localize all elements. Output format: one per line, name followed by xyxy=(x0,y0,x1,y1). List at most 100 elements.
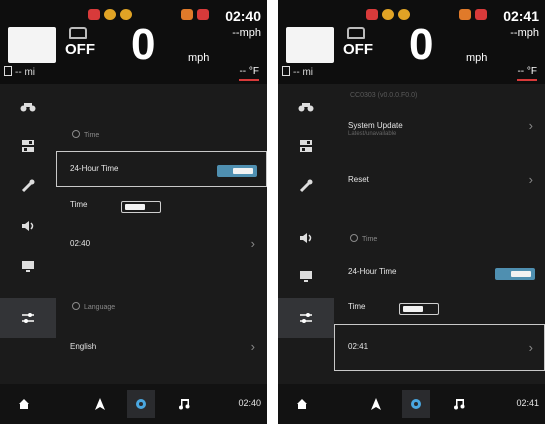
bottom-clock: 02:40 xyxy=(238,398,261,408)
nav-vehicle[interactable] xyxy=(0,86,56,126)
warning-lights-red xyxy=(366,9,410,23)
range-value: -- mi xyxy=(293,67,313,78)
section-time: Time xyxy=(350,234,377,243)
clock-icon xyxy=(72,130,80,138)
nav-sound[interactable] xyxy=(0,206,56,246)
side-nav xyxy=(0,84,56,384)
motorcycle-icon xyxy=(298,103,314,112)
warning-lights-orange xyxy=(181,9,209,23)
settings-gear-icon xyxy=(136,399,146,409)
toggle-24-hour-time[interactable] xyxy=(495,268,535,280)
volume-icon xyxy=(300,233,312,243)
gear-indicator: OFF xyxy=(65,41,95,58)
settings-button[interactable] xyxy=(402,390,430,418)
settings-list: Time 24-Hour Time Time 02:40 › Language … xyxy=(56,84,267,384)
nav-controls[interactable] xyxy=(0,126,56,166)
nav-general-settings[interactable] xyxy=(278,298,334,338)
navigation-button[interactable] xyxy=(362,390,390,418)
tire-warning-icon xyxy=(120,9,132,20)
toggle-knob xyxy=(125,204,145,210)
nav-display[interactable] xyxy=(0,246,56,286)
row-time-toggle[interactable]: Time xyxy=(56,187,267,223)
clock-icon xyxy=(350,234,358,242)
row-time-value[interactable]: 02:40 › xyxy=(56,226,267,262)
section-language: Language xyxy=(72,302,115,311)
display-icon xyxy=(300,271,312,282)
row-language[interactable]: English › xyxy=(56,329,267,365)
status-clock: 02:41 xyxy=(503,8,539,24)
screen-left: 02:40 --mph OFF 0 mph -- mi -- °F Time 2… xyxy=(0,0,267,424)
range-readout: -- mi xyxy=(282,66,313,78)
toggle-knob xyxy=(403,306,423,312)
engine-warning-icon xyxy=(88,9,100,20)
switches-icon xyxy=(22,140,34,152)
nav-vehicle[interactable] xyxy=(278,86,334,126)
home-icon xyxy=(19,399,29,409)
row-24-hour-time[interactable]: 24-Hour Time xyxy=(56,151,267,187)
row-24-hour-time[interactable]: 24-Hour Time xyxy=(334,254,545,290)
oil-warning-icon xyxy=(459,9,471,20)
range-readout: -- mi xyxy=(4,66,35,78)
section-time-label: Time xyxy=(362,236,378,243)
nav-maintenance[interactable] xyxy=(278,166,334,206)
settings-sliders-icon xyxy=(22,313,34,323)
row-label: Time xyxy=(70,200,88,209)
media-thumbnail xyxy=(286,27,334,63)
music-icon xyxy=(179,399,190,410)
nav-general-settings[interactable] xyxy=(0,298,56,338)
row-sublabel: Latest/unavailable xyxy=(348,131,397,137)
row-time-value[interactable]: 02:41 › xyxy=(334,324,545,371)
chevron-right-icon: › xyxy=(528,172,533,187)
home-button[interactable] xyxy=(10,390,38,418)
volume-icon xyxy=(22,221,34,231)
status-clock: 02:40 xyxy=(225,8,261,24)
speed-unit: mph xyxy=(188,52,210,64)
fuel-icon xyxy=(4,66,12,76)
settings-button[interactable] xyxy=(127,390,155,418)
row-time-toggle[interactable]: Time xyxy=(334,289,545,325)
speed-value: 0 xyxy=(409,20,434,69)
engine-warning-icon xyxy=(366,9,378,20)
navigation-icon xyxy=(95,398,105,410)
side-nav xyxy=(278,84,334,384)
oil-warning-icon xyxy=(181,9,193,20)
bottom-bar: 02:41 xyxy=(278,384,545,424)
language-value: English xyxy=(70,342,97,351)
toggle-24-hour-time[interactable] xyxy=(217,165,257,177)
toggle-knob xyxy=(511,271,531,277)
section-time: Time xyxy=(72,130,99,139)
nav-maintenance[interactable] xyxy=(0,166,56,206)
row-system-update[interactable]: System Update Latest/unavailable › xyxy=(334,108,545,144)
screen-right: 02:41 --mph OFF 0 mph -- mi -- °F CC0303… xyxy=(278,0,545,424)
tools-icon xyxy=(299,179,313,193)
globe-icon xyxy=(72,302,80,310)
vehicle-icon xyxy=(347,27,365,39)
home-button[interactable] xyxy=(288,390,316,418)
tire-warning-icon xyxy=(398,9,410,20)
time-value: 02:40 xyxy=(70,239,91,248)
status-bar: 02:40 --mph OFF 0 mph -- mi -- °F xyxy=(0,0,267,84)
toggle-time[interactable] xyxy=(399,303,439,315)
nav-sound[interactable] xyxy=(278,218,334,258)
temperature-readout: -- °F xyxy=(517,66,537,81)
toggle-time[interactable] xyxy=(121,201,161,213)
speed-value: 0 xyxy=(131,20,156,69)
secondary-speed: --mph xyxy=(510,27,539,39)
motorcycle-icon xyxy=(20,103,36,112)
toggle-knob xyxy=(233,168,253,174)
status-bar: 02:41 --mph OFF 0 mph -- mi -- °F xyxy=(278,0,545,84)
bottom-clock: 02:41 xyxy=(516,398,539,408)
brake-warning-icon xyxy=(104,9,116,20)
nav-controls[interactable] xyxy=(278,126,334,166)
settings-sliders-icon xyxy=(300,313,312,323)
music-button[interactable] xyxy=(170,390,198,418)
battery-warning-icon xyxy=(197,9,209,20)
nav-display[interactable] xyxy=(278,256,334,296)
bottom-bar: 02:40 xyxy=(0,384,267,424)
navigation-button[interactable] xyxy=(86,390,114,418)
music-icon xyxy=(454,399,465,410)
row-reset[interactable]: Reset › xyxy=(334,162,545,198)
navigation-icon xyxy=(371,398,381,410)
speed-unit: mph xyxy=(466,52,488,64)
music-button[interactable] xyxy=(445,390,473,418)
